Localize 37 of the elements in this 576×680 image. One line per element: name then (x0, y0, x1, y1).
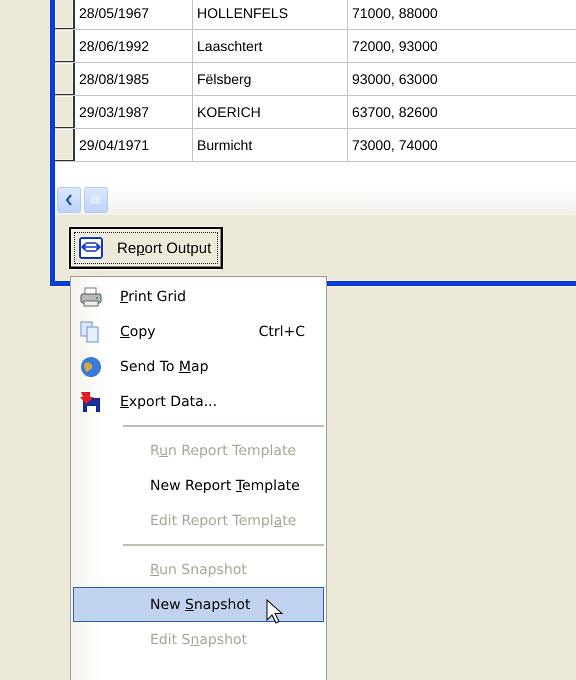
menu-item[interactable]: Send To Map (73, 349, 324, 384)
report-icon (79, 237, 103, 259)
table-cell: HOLLENFELS (193, 0, 348, 29)
table-cell: Burmicht (193, 129, 348, 161)
mouse-pointer-icon (266, 598, 284, 624)
menu-item[interactable]: Print Grid (73, 279, 324, 314)
printer-icon (80, 286, 102, 306)
menu-item[interactable]: New Snapshot (73, 587, 324, 622)
menu-item[interactable]: New Report Template (73, 468, 324, 503)
scroll-thumb[interactable] (84, 187, 108, 213)
menu-item[interactable]: Export Data... (73, 384, 324, 419)
menu-item[interactable]: Copy Ctrl+C (73, 314, 324, 349)
copy-icon (80, 320, 100, 342)
table-cell: 28/08/1985 (75, 63, 193, 95)
grip-icon (91, 195, 101, 205)
table-cell: 72000, 93000 (348, 30, 576, 62)
table-cell: 63700, 82600 (348, 96, 576, 128)
table-cell: 29/03/1987 (75, 96, 193, 128)
table-cell: Fëlsberg (193, 63, 348, 95)
table-cell: KOERICH (193, 96, 348, 128)
table-cell: Laaschtert (193, 30, 348, 62)
row-header[interactable] (55, 30, 75, 62)
row-header[interactable] (55, 0, 75, 29)
scroll-left-button[interactable] (57, 187, 81, 213)
row-header[interactable] (55, 129, 75, 161)
table-cell: 73000, 74000 (348, 129, 576, 161)
chevron-left-icon (65, 194, 73, 206)
save-export-icon (80, 390, 102, 412)
report-output-button[interactable]: Report Output (69, 227, 224, 269)
row-header[interactable] (55, 63, 75, 95)
table-cell: 28/06/1992 (75, 30, 193, 62)
table-cell: 93000, 63000 (348, 63, 576, 95)
table-cell: 29/04/1971 (75, 129, 193, 161)
row-header[interactable] (55, 96, 75, 128)
table-cell: 71000, 88000 (348, 0, 576, 29)
globe-icon (80, 356, 102, 378)
table-cell: 28/05/1967 (75, 0, 193, 29)
